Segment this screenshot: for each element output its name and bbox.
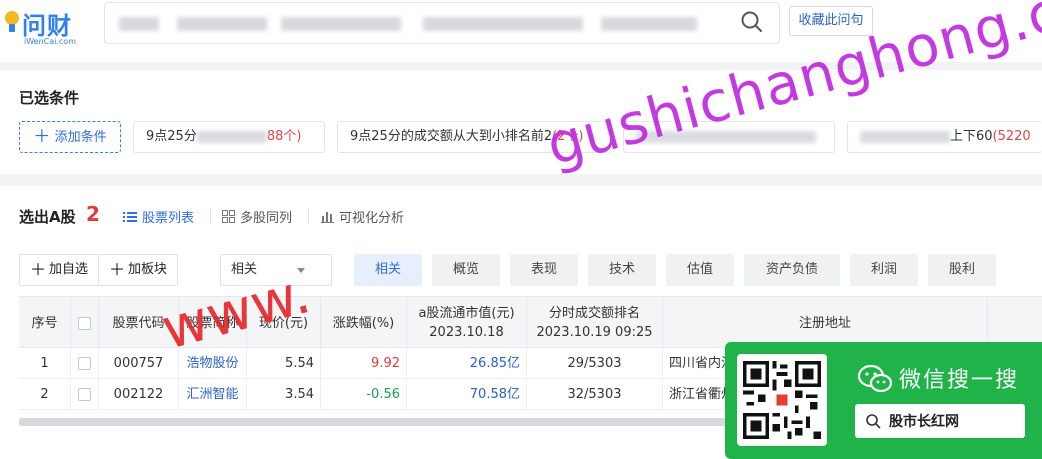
- tab-visual-analysis[interactable]: 可视化分析: [321, 207, 404, 226]
- add-block-button[interactable]: ＋加板块: [98, 254, 178, 286]
- col-index: 序号: [19, 297, 71, 349]
- list-icon: [123, 211, 137, 222]
- filter-tab-profit[interactable]: 利润: [850, 254, 918, 286]
- wechat-promo-card: 微信搜一搜 股市长红网: [725, 342, 1042, 459]
- logo-text: 问财: [22, 12, 72, 40]
- tab-label: 股票列表: [142, 211, 195, 226]
- button-label: 加板块: [128, 262, 168, 277]
- filter-tab-overview[interactable]: 概览: [432, 254, 500, 286]
- tab-label: 可视化分析: [339, 211, 405, 226]
- filter-tab-dividend[interactable]: 股利: [928, 254, 996, 286]
- filter-tab-performance[interactable]: 表现: [510, 254, 578, 286]
- stock-change: 9.92: [321, 348, 407, 379]
- blurred-query-text: [601, 17, 697, 31]
- row-index: 1: [19, 348, 71, 379]
- grid-icon: [222, 210, 235, 223]
- conditions-title: 已选条件: [19, 89, 80, 107]
- row-index: 2: [19, 379, 71, 410]
- stock-turnover-rank: 32/5303: [527, 379, 663, 410]
- col-turnover-rank[interactable]: 分时成交额排名 2023.10.19 09:25: [527, 297, 663, 349]
- button-label: 加自选: [49, 262, 89, 277]
- plus-icon: ＋: [33, 127, 51, 147]
- filter-tab-balance-sheet[interactable]: 资产负债: [744, 254, 840, 286]
- blurred-text: [860, 130, 950, 143]
- condition-count: (5220: [992, 129, 1031, 144]
- plus-icon: ＋: [29, 260, 46, 279]
- filter-tab-valuation[interactable]: 估值: [666, 254, 734, 286]
- stock-name-link[interactable]: 汇洲智能: [179, 379, 247, 410]
- condition-text: 9点25分的成交额从大到小排名前2: [350, 129, 553, 144]
- condition-chip[interactable]: 上下60(5220: [847, 121, 1042, 153]
- col-change[interactable]: 涨跌幅(%): [321, 297, 407, 349]
- tab-label: 多股同列: [240, 211, 293, 226]
- results-count: 2: [86, 202, 100, 226]
- stock-change: -0.56: [321, 379, 407, 410]
- blurred-query-text: [281, 17, 401, 31]
- results-title: 选出A股: [19, 208, 76, 226]
- logo-subtext: iWenCai.com: [24, 37, 76, 46]
- add-condition-label: 添加条件: [54, 130, 107, 145]
- add-watchlist-button[interactable]: ＋加自选: [19, 254, 99, 286]
- wechat-search-title: 微信搜一搜: [899, 368, 1020, 393]
- plus-icon: ＋: [108, 260, 125, 279]
- wechat-icon: [857, 364, 893, 393]
- stock-price: 3.54: [247, 379, 321, 410]
- stock-code: 000757: [99, 348, 179, 379]
- qr-code: [737, 354, 827, 446]
- row-checkbox[interactable]: [78, 388, 91, 401]
- condition-chip[interactable]: 9点25分 88个): [133, 121, 325, 153]
- add-condition-button[interactable]: ＋ 添加条件: [19, 121, 121, 153]
- blurred-query-text: [119, 17, 159, 31]
- condition-text: 9点25分: [146, 129, 197, 144]
- bar-chart-icon: [321, 212, 334, 223]
- col-select-all[interactable]: [71, 297, 99, 349]
- stock-market-cap[interactable]: 70.58亿: [407, 379, 527, 410]
- row-checkbox[interactable]: [78, 357, 91, 370]
- bulb-icon: [5, 11, 19, 32]
- col-market-cap[interactable]: a股流通市值(元) 2023.10.18: [407, 297, 527, 349]
- divider: [308, 208, 309, 224]
- search-icon[interactable]: [740, 10, 764, 34]
- condition-text: 上下60: [950, 129, 993, 144]
- filter-tab-technical[interactable]: 技术: [588, 254, 656, 286]
- filter-tab-related[interactable]: 相关: [354, 254, 422, 286]
- stock-code: 002122: [99, 379, 179, 410]
- wechat-search-text: 股市长红网: [889, 414, 959, 430]
- row-checkbox-cell[interactable]: [71, 379, 99, 410]
- blurred-text: [196, 130, 267, 143]
- iwencai-logo[interactable]: 问财 iWenCai.com: [2, 4, 78, 48]
- wechat-search-box: 股市长红网: [855, 404, 1025, 438]
- blurred-query-text: [177, 17, 267, 31]
- query-input[interactable]: [104, 2, 780, 44]
- tab-stock-list[interactable]: 股票列表: [123, 207, 194, 226]
- qr-code-icon: [743, 361, 821, 439]
- stock-market-cap[interactable]: 26.85亿: [407, 348, 527, 379]
- condition-count: 88个): [266, 129, 302, 144]
- row-checkbox-cell[interactable]: [71, 348, 99, 379]
- divider: [210, 208, 211, 224]
- select-all-checkbox[interactable]: [78, 316, 91, 330]
- tab-multi-stock[interactable]: 多股同列: [222, 207, 292, 226]
- blurred-query-text: [423, 17, 583, 31]
- search-icon: [866, 414, 881, 429]
- stock-price: 5.54: [247, 348, 321, 379]
- stock-turnover-rank: 29/5303: [527, 348, 663, 379]
